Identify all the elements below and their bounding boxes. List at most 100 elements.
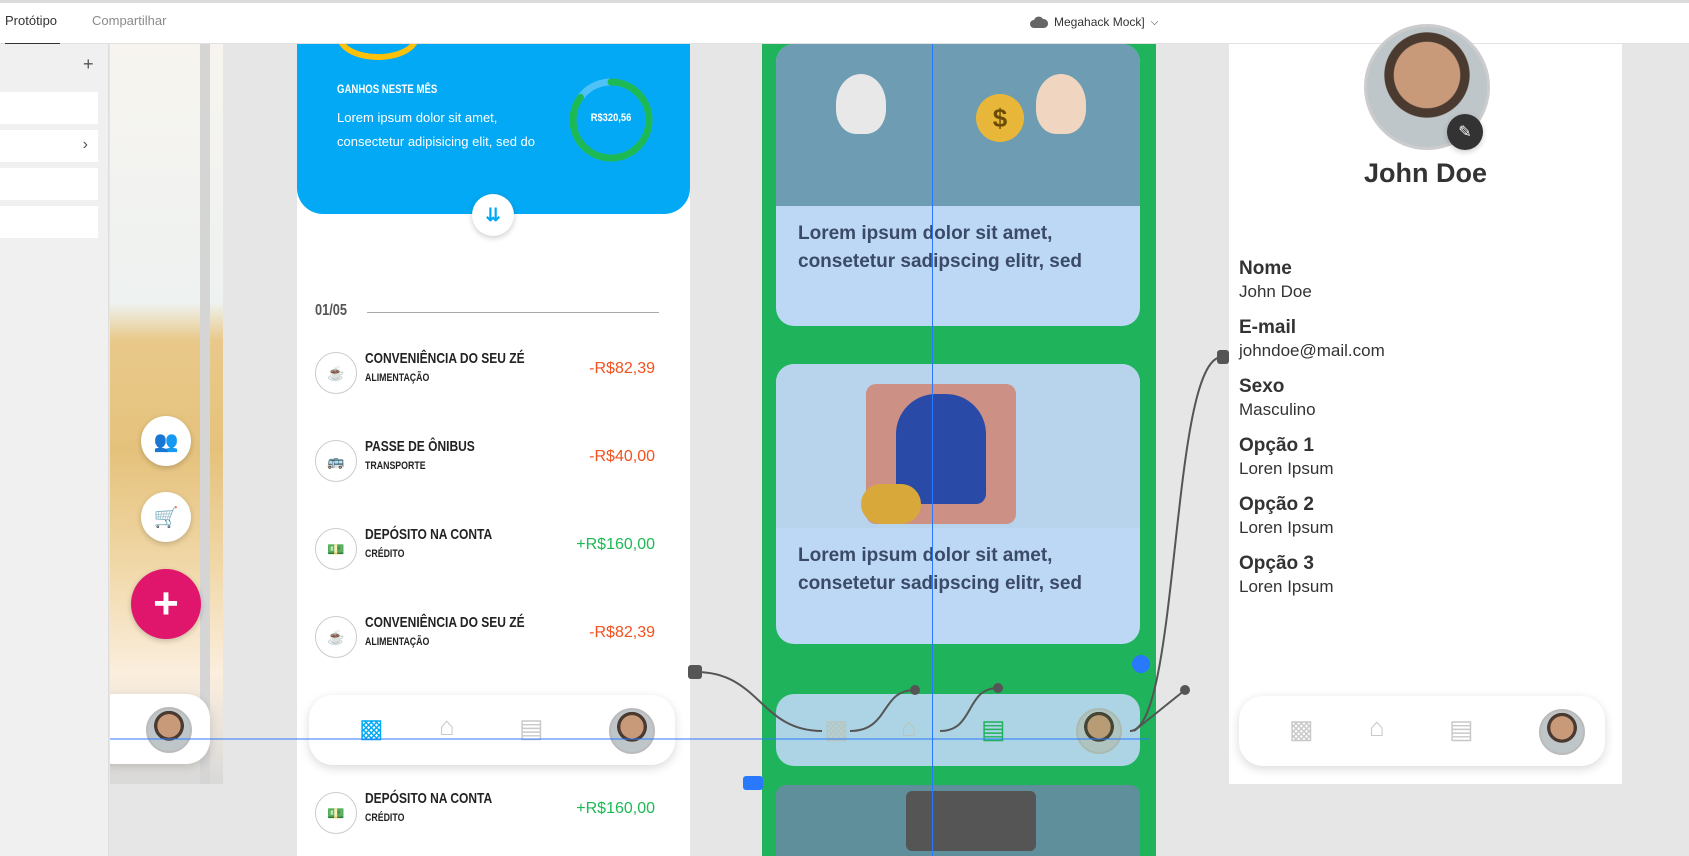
transaction-title: CONVENIÊNCIA DO SEU ZÉ xyxy=(365,350,525,367)
guide-line xyxy=(932,44,933,856)
person-illustration xyxy=(836,74,886,134)
chart-icon[interactable]: ▩ xyxy=(824,714,849,745)
panel-row[interactable] xyxy=(0,168,98,200)
cash-icon: 💵 xyxy=(315,792,357,834)
earnings-value: R$320,56 xyxy=(590,112,632,124)
field-label: Sexo xyxy=(1239,376,1285,397)
group-icon: 👥 xyxy=(153,430,179,453)
pencil-icon: ✎ xyxy=(1458,124,1472,141)
field-label: E-mail xyxy=(1239,317,1297,338)
slide-text: Lorem ipsum dolor sit amet, consetetur s… xyxy=(798,223,1083,272)
avatar[interactable] xyxy=(609,708,655,754)
transaction-category: CRÉDITO xyxy=(365,812,405,824)
bottom-nav: ▩ ⌂ ▤ xyxy=(776,694,1140,766)
cloud-icon xyxy=(1030,16,1048,28)
tab-share[interactable]: Compartilhar xyxy=(92,13,166,28)
cart-button[interactable]: 🛒 xyxy=(141,492,191,542)
transaction-amount: -R$82,39 xyxy=(589,624,655,641)
earnings-title: GANHOS NESTE MÊS xyxy=(337,82,438,96)
cart-icon: 🛒 xyxy=(153,506,179,529)
cup-icon: ☕ xyxy=(315,616,357,658)
field-label: Nome xyxy=(1239,258,1292,279)
wallet-icon xyxy=(906,791,1036,851)
panel-row[interactable]: › xyxy=(0,130,98,162)
artboard-profile: ✎ John Doe Nome John Doe E-mail johndoe@mai… xyxy=(1229,24,1622,784)
chevron-right-icon: › xyxy=(82,136,88,153)
field-value: Loren Ipsum xyxy=(1239,459,1334,478)
field-value: John Doe xyxy=(1239,282,1312,301)
artboard-home: 👥 🛒 + xyxy=(110,44,223,784)
artboard-transactions: GANHOS NESTE MÊS Lorem ipsum dolor sit a… xyxy=(297,44,690,856)
field-label: Opção 1 xyxy=(1239,435,1314,456)
news-icon[interactable]: ▤ xyxy=(981,714,1006,745)
field-label: Opção 2 xyxy=(1239,494,1314,515)
transaction-amount: -R$82,39 xyxy=(589,360,655,377)
transaction-category: CRÉDITO xyxy=(365,548,405,560)
transaction-row[interactable]: 🚌 PASSE DE ÔNIBUS TRANSPORTE -R$40,00 xyxy=(315,432,675,492)
transaction-category: TRANSPORTE xyxy=(365,460,426,472)
transaction-title: CONVENIÊNCIA DO SEU ZÉ xyxy=(365,614,525,631)
coins-illustration xyxy=(861,484,921,524)
home-icon[interactable]: ⌂ xyxy=(439,711,455,742)
transaction-row[interactable]: ☕ CONVENIÊNCIA DO SEU ZÉ ALIMENTAÇÃO -R$82,… xyxy=(315,344,675,404)
chart-icon[interactable]: ▩ xyxy=(359,713,384,744)
news-icon[interactable]: ▤ xyxy=(1449,714,1474,745)
transaction-row[interactable]: 💵 DEPÓSITO NA CONTA CRÉDITO +R$160,00 xyxy=(315,784,675,844)
transaction-title: DEPÓSITO NA CONTA xyxy=(365,526,493,543)
edit-photo-button[interactable]: ✎ xyxy=(1447,114,1483,150)
cash-icon: 💵 xyxy=(315,528,357,570)
date-label: 01/05 xyxy=(315,302,348,319)
artboard-onboarding: $ Lorem ipsum dolor sit amet, consetetur… xyxy=(762,44,1156,856)
avatar[interactable] xyxy=(1076,708,1122,754)
illustration-worried-man xyxy=(776,364,1140,528)
transaction-title: PASSE DE ÔNIBUS xyxy=(365,438,475,455)
tab-prototype[interactable]: Protótipo xyxy=(5,13,57,28)
avatar[interactable] xyxy=(146,707,192,753)
dollar-coin-icon: $ xyxy=(976,94,1024,142)
transaction-amount: -R$40,00 xyxy=(589,448,655,465)
transaction-category: ALIMENTAÇÃO xyxy=(365,372,430,384)
home-icon[interactable]: ⌂ xyxy=(1369,712,1385,743)
earnings-text: Lorem ipsum dolor sit amet, consectetur … xyxy=(337,110,536,149)
group-button[interactable]: 👥 xyxy=(141,416,191,466)
expand-button[interactable]: ⇊ xyxy=(472,194,514,236)
transaction-amount: +R$160,00 xyxy=(576,800,655,817)
double-chevron-down-icon: ⇊ xyxy=(485,204,501,225)
slide-card[interactable]: Lorem ipsum dolor sit amet, consetetur s… xyxy=(776,364,1140,644)
chart-icon[interactable]: ▩ xyxy=(1289,714,1314,745)
add-icon[interactable]: + xyxy=(83,54,94,75)
transaction-row[interactable]: 💵 DEPÓSITO NA CONTA CRÉDITO +R$160,00 xyxy=(315,520,675,580)
bottom-nav: ▩ ⌂ ▤ xyxy=(309,695,675,765)
plus-icon: + xyxy=(153,579,179,628)
panel-row[interactable] xyxy=(0,92,98,124)
document-title: Megahack Mock] xyxy=(1054,15,1145,29)
bus-icon: 🚌 xyxy=(315,440,357,482)
person-illustration xyxy=(1036,74,1086,134)
add-button[interactable]: + xyxy=(131,569,201,639)
field-value: Masculino xyxy=(1239,400,1316,419)
field-label: Opção 3 xyxy=(1239,553,1314,574)
transaction-row[interactable]: ☕ CONVENIÊNCIA DO SEU ZÉ ALIMENTAÇÃO -R$82,… xyxy=(315,608,675,668)
earnings-card: GANHOS NESTE MÊS Lorem ipsum dolor sit a… xyxy=(297,44,690,236)
slide-text: Lorem ipsum dolor sit amet, consetetur s… xyxy=(798,545,1083,594)
divider xyxy=(367,312,659,313)
chevron-down-icon: ⌵ xyxy=(1150,16,1159,28)
news-icon[interactable]: ▤ xyxy=(519,713,544,744)
bottom-nav xyxy=(110,694,210,764)
cup-icon: ☕ xyxy=(315,352,357,394)
illustration-businessmen: $ xyxy=(776,44,1140,206)
avatar[interactable] xyxy=(1539,709,1585,755)
document-title-menu[interactable]: Megahack Mock] ⌵ xyxy=(1030,15,1158,29)
profile-name: John Doe xyxy=(1363,158,1487,188)
transaction-category: ALIMENTAÇÃO xyxy=(365,636,430,648)
illustration-wallet xyxy=(776,785,1140,856)
layers-panel: + › xyxy=(0,44,109,856)
field-value: Loren Ipsum xyxy=(1239,577,1334,596)
slide-card[interactable]: $ Lorem ipsum dolor sit amet, consetetur… xyxy=(776,44,1140,326)
field-value: johndoe@mail.com xyxy=(1239,341,1385,360)
transaction-amount: +R$160,00 xyxy=(576,536,655,553)
panel-row[interactable] xyxy=(0,206,98,238)
field-value: Loren Ipsum xyxy=(1239,518,1334,537)
transaction-title: DEPÓSITO NA CONTA xyxy=(365,790,493,807)
home-icon[interactable]: ⌂ xyxy=(901,712,917,743)
